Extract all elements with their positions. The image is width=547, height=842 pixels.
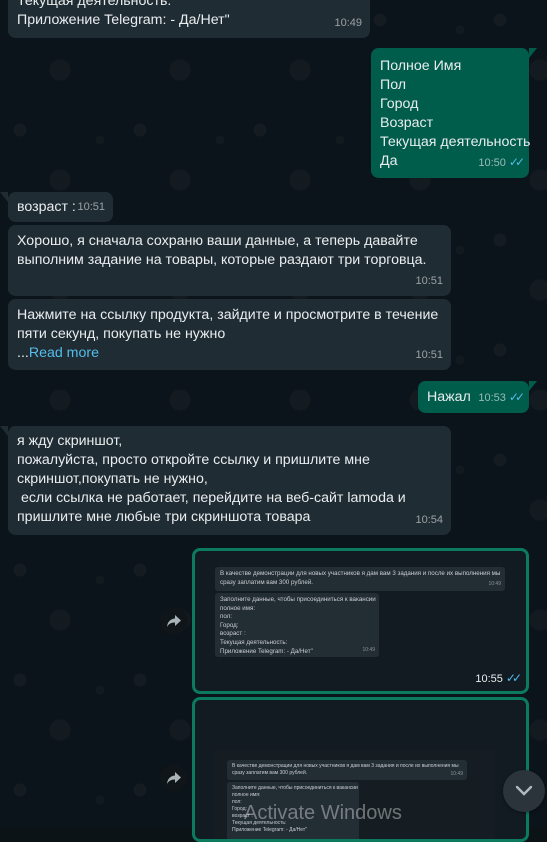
screenshot-text-line: Приложение Telegram: - Да/Нет" [232,827,307,833]
image-message[interactable]: В качестве демонстрации для новых участн… [192,548,529,694]
screenshot-text-line: возраст : [220,630,246,638]
message-time: 10:51 [415,275,443,287]
message-text-line: Возраст [380,115,434,131]
message-time-text: 10:53 [478,392,506,404]
screenshot-time: 10:49 [450,771,463,777]
ellipsis: ... [17,345,29,361]
message-text-line: Текущая деятельность: [17,0,172,9]
message-time: 10:51 [77,201,105,213]
message-incoming[interactable]: Текущая деятельность: Приложение Telegra… [8,0,370,38]
screenshot-text-line: сразу заплатим вам 300 рублей. [232,770,308,776]
screenshot-text-line: пол: [220,613,232,621]
screenshot-text-line: полное имя: [232,792,261,798]
forward-button[interactable] [160,607,188,635]
message-text-line: Город [380,96,419,112]
screenshot-text-line: В качестве демонстрации для новых участн… [232,763,459,769]
scroll-to-bottom-button[interactable] [503,770,545,812]
message-text-line: ...Read more [17,344,442,363]
message-time: 10:53 ✓✓ [478,388,525,408]
screenshot-bubble: В качестве демонстрации для новых участн… [227,760,467,780]
screenshot-text-line: Заполните данные, чтобы присоединиться к… [220,596,376,603]
message-time: 10:55 ✓✓ [475,671,522,685]
message-outgoing[interactable]: Нажал 10:53 ✓✓ [418,381,537,413]
message-text-line: Нажмите на ссылку продукта, зайдите и пр… [17,307,439,323]
message-time-text: 10:50 [478,157,506,169]
message-text-line: пожалуйста, просто откройте ссылку и при… [17,452,370,468]
message-text-line: скриншот,покупать не нужно, [17,471,208,487]
read-ticks-icon: ✓✓ [508,155,525,169]
screenshot-time: 10:49 [488,581,501,588]
message-outgoing[interactable]: Полное Имя Пол Город Возраст Текущая дея… [371,48,537,178]
message-text-line: я жду скриншот, [17,433,123,449]
screenshot-text-line: В качестве демонстрации для новых участн… [220,570,501,577]
message-incoming[interactable]: я жду скриншот, пожалуйста, просто откро… [0,426,451,535]
chevron-down-icon [515,785,533,796]
screenshot-bubble: В качестве демонстрации для новых участн… [215,567,505,591]
message-text-line: если ссылка не работает, перейдите на ве… [17,490,406,506]
read-ticks-icon: ✓✓ [508,390,525,404]
screenshot-bubble: Заполните данные, чтобы присоединиться к… [215,593,379,657]
message-text-line: Пол [380,77,407,93]
screenshot-text-line: полное имя: [220,604,256,612]
read-more-link[interactable]: Read more [29,345,99,361]
message-incoming[interactable]: Хорошо, я сначала сохраню ваши данные, а… [8,225,451,296]
message-time: 10:54 [415,514,443,526]
screenshot-time: 10:49 [362,647,375,654]
screenshot-text-line: сразу заплатим вам 300 рублей. [220,578,313,586]
message-time: 10:50 ✓✓ [478,153,525,173]
message-text-line: Текущая деятельность [380,134,531,150]
read-ticks-icon: ✓✓ [505,671,522,685]
message-text-line: Полное Имя [380,58,462,74]
forward-icon [167,772,181,784]
screenshot-text-line: Приложение Telegram: - Да/Нет" [220,647,313,655]
forward-icon [167,615,181,627]
message-time-text: 10:55 [475,673,503,685]
message-text-line: пришлите мне любые три скриншота товара [17,509,311,525]
message-incoming[interactable]: возраст : 10:51 [0,192,113,222]
message-text-line: выполним задание на товары, которые разд… [17,252,427,268]
message-time: 10:49 [334,17,362,29]
message-incoming[interactable]: Нажмите на ссылку продукта, зайдите и пр… [8,299,451,370]
message-text-line: Хорошо, я сначала сохраню ваши данные, а… [17,233,418,249]
message-text-line: Приложение Telegram: - Да/Нет" [17,12,230,28]
activate-windows-watermark: Activate Windows [244,802,402,824]
screenshot-text-line: Город: [220,621,239,629]
forward-button[interactable] [160,764,188,792]
screenshot-text-line: Текущая деятельность: [220,638,288,646]
screenshot-text-line: Заполните данные, чтобы присоединиться к… [232,785,358,791]
message-time: 10:51 [415,349,443,361]
message-text-line: пяти секунд, покупать не нужно [17,326,226,342]
